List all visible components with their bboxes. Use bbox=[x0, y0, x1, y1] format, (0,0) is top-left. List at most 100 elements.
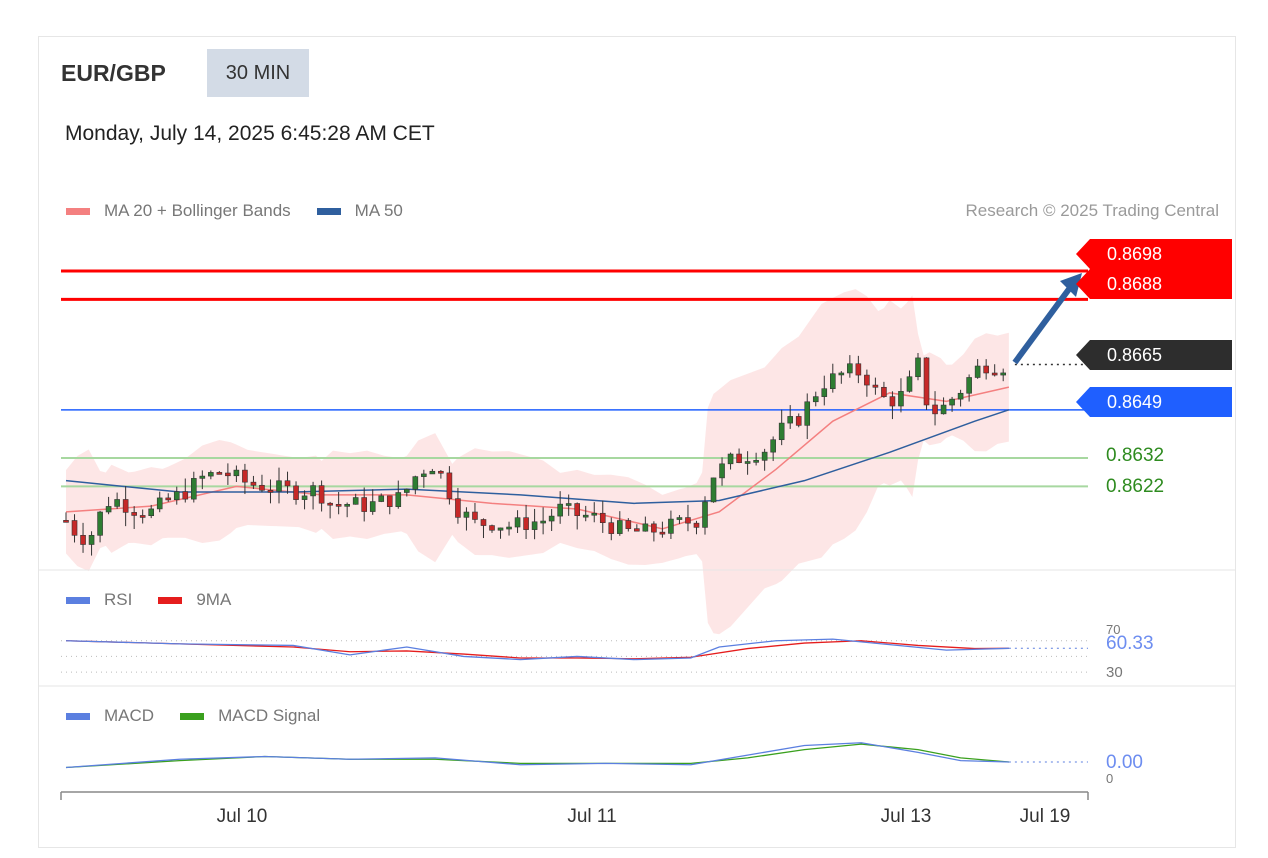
candle bbox=[710, 477, 717, 503]
candle-body bbox=[284, 480, 291, 487]
candle-body bbox=[301, 495, 308, 500]
candle-body bbox=[676, 517, 683, 520]
candle-body bbox=[156, 497, 163, 510]
candle-body bbox=[659, 531, 666, 535]
candle-body bbox=[267, 490, 274, 493]
candle-body bbox=[208, 472, 214, 477]
candle-body bbox=[889, 396, 896, 407]
legend-rsi-ma: 9MA bbox=[196, 590, 232, 609]
candle-body bbox=[276, 480, 282, 492]
candle-body bbox=[898, 391, 904, 407]
candle-body bbox=[744, 461, 751, 464]
candle-body bbox=[804, 401, 811, 426]
candle-body bbox=[105, 506, 112, 513]
candle-body bbox=[472, 511, 478, 520]
rsi-ma-line bbox=[65, 640, 1009, 660]
candle-body bbox=[97, 511, 103, 536]
candle-body bbox=[463, 511, 470, 518]
candle-body bbox=[327, 502, 333, 506]
candle-body bbox=[489, 525, 495, 531]
candle-body bbox=[446, 472, 453, 499]
rsi-line bbox=[65, 638, 1009, 661]
candle-body bbox=[991, 372, 998, 376]
macd-swatch bbox=[66, 712, 90, 720]
candle bbox=[923, 357, 930, 410]
candle-body bbox=[795, 416, 802, 426]
candle-body bbox=[710, 477, 717, 503]
candle-body bbox=[565, 503, 572, 506]
resistance-tag-1: 0.8698 bbox=[1076, 239, 1232, 269]
candle-body bbox=[216, 472, 223, 475]
candle-body bbox=[310, 485, 316, 497]
candle-body bbox=[233, 469, 240, 477]
candle-body bbox=[514, 517, 521, 528]
candle-body bbox=[259, 484, 265, 491]
candle-body bbox=[369, 501, 376, 512]
candle-body bbox=[574, 503, 581, 516]
macd-legend: MACD MACD Signal bbox=[66, 706, 346, 726]
candle-body bbox=[625, 520, 632, 529]
candle-body bbox=[225, 472, 231, 477]
candle-body bbox=[608, 522, 615, 534]
candle-body bbox=[318, 485, 325, 504]
candle-body bbox=[421, 473, 427, 477]
candle-body bbox=[63, 520, 69, 523]
candle-body bbox=[139, 515, 146, 518]
candle-body bbox=[352, 497, 359, 505]
support-label-1: 0.8632 bbox=[1106, 445, 1165, 466]
candle-body bbox=[361, 497, 368, 512]
x-tick-label: Jul 13 bbox=[880, 806, 932, 827]
rsi-lower-label: 30 bbox=[1106, 664, 1123, 681]
candle-body bbox=[753, 460, 759, 463]
candle-body bbox=[778, 422, 785, 441]
legend-macd: MACD bbox=[104, 706, 155, 725]
support-label-2: 0.8622 bbox=[1106, 476, 1165, 497]
candle-body bbox=[582, 514, 589, 518]
macd-signal-swatch bbox=[180, 712, 205, 720]
candle-body bbox=[497, 527, 504, 531]
candle-body bbox=[182, 491, 189, 500]
candle-body bbox=[344, 504, 350, 507]
candle-body bbox=[591, 512, 598, 516]
candle-body bbox=[395, 492, 402, 507]
resistance-tag-2: 0.8688 bbox=[1076, 269, 1232, 299]
candle-body bbox=[957, 392, 964, 400]
candle-body bbox=[80, 535, 86, 545]
candle-body bbox=[974, 365, 981, 378]
candle-body bbox=[642, 523, 649, 532]
candle-body bbox=[829, 373, 836, 390]
price-chart-svg bbox=[39, 269, 1236, 800]
candle-body bbox=[148, 508, 154, 517]
candle-body bbox=[455, 498, 461, 518]
candle-body bbox=[122, 499, 129, 513]
candle-body bbox=[616, 520, 623, 534]
candle-body bbox=[480, 519, 487, 526]
macd-zero-label: 0 bbox=[1106, 771, 1114, 786]
candle-body bbox=[821, 388, 828, 397]
candle-body bbox=[949, 398, 955, 406]
candle-body bbox=[242, 469, 248, 483]
candle-body bbox=[872, 384, 879, 388]
candle-body bbox=[651, 523, 657, 533]
candle-body bbox=[693, 522, 700, 528]
candle-body bbox=[548, 515, 555, 522]
candle-body bbox=[191, 478, 197, 500]
candle-body bbox=[770, 439, 776, 453]
candle-body bbox=[838, 372, 845, 376]
legend-rsi: RSI bbox=[104, 590, 133, 609]
x-tick-label: Jul 11 bbox=[567, 806, 617, 827]
candle-body bbox=[668, 518, 674, 534]
candle-body bbox=[403, 488, 410, 493]
candle-body bbox=[506, 526, 512, 530]
candle-body bbox=[531, 521, 538, 530]
candle-body bbox=[599, 512, 606, 524]
candle-body bbox=[386, 495, 393, 507]
candle-body bbox=[915, 357, 921, 378]
candle-body bbox=[864, 374, 870, 386]
candle-body bbox=[787, 416, 794, 424]
rsi-value: 60.33 bbox=[1106, 633, 1154, 654]
rsi-ma-swatch bbox=[158, 596, 183, 604]
bollinger-band bbox=[66, 289, 1009, 635]
pivot-tag: 0.8649 bbox=[1076, 387, 1232, 417]
candle-body bbox=[923, 357, 930, 406]
